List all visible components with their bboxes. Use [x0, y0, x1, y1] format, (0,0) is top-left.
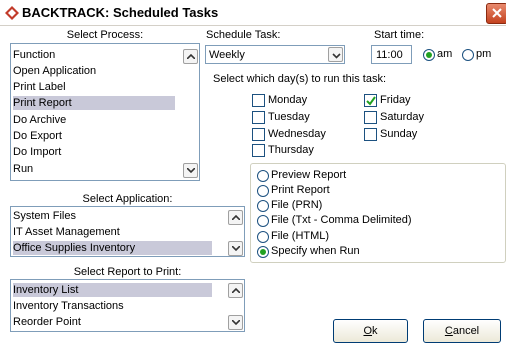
- chevron-up-icon: [187, 54, 195, 59]
- am-label: am: [437, 48, 453, 60]
- schedule-dropdown-button[interactable]: [328, 47, 343, 62]
- report-scroll-up[interactable]: [228, 283, 243, 298]
- ok-button[interactable]: Ok: [333, 319, 408, 343]
- file-html-label: File (HTML): [271, 230, 330, 242]
- preview-report-radio[interactable]: [257, 170, 269, 182]
- print-report-radio[interactable]: [257, 185, 269, 197]
- backtrack-diamond-icon: [4, 5, 20, 21]
- application-item-selected[interactable]: Office Supplies Inventory: [13, 241, 212, 255]
- chevron-down-icon: [232, 320, 240, 325]
- start-time-label: Start time:: [374, 29, 425, 41]
- application-list[interactable]: System Files IT Asset Management Office …: [10, 206, 245, 257]
- wednesday-label: Wednesday: [268, 128, 326, 140]
- schedule-dropdown[interactable]: Weekly: [205, 45, 345, 64]
- process-scroll-down[interactable]: [183, 163, 198, 178]
- sunday-label: Sunday: [380, 128, 418, 140]
- preview-report-label: Preview Report: [271, 169, 347, 181]
- process-item[interactable]: Function: [13, 48, 55, 62]
- application-item[interactable]: IT Asset Management: [13, 225, 120, 239]
- specify-when-run-label: Specify when Run: [271, 245, 360, 257]
- wednesday-checkbox[interactable]: [252, 128, 265, 141]
- specify-when-run-radio[interactable]: [257, 246, 269, 258]
- process-item[interactable]: Print Label: [13, 80, 66, 94]
- chevron-down-icon: [232, 246, 240, 251]
- application-scroll-up[interactable]: [228, 210, 243, 225]
- process-item[interactable]: Open Application: [13, 64, 96, 78]
- file-prn-label: File (PRN): [271, 199, 323, 211]
- report-list[interactable]: Inventory List Inventory Transactions Re…: [10, 279, 245, 332]
- application-scroll-down[interactable]: [228, 241, 243, 256]
- process-item[interactable]: Do Archive: [13, 113, 66, 127]
- sunday-checkbox[interactable]: [364, 128, 377, 141]
- process-item[interactable]: Do Export: [13, 129, 62, 143]
- chevron-up-icon: [232, 215, 240, 220]
- report-scroll-down[interactable]: [228, 315, 243, 330]
- close-button[interactable]: [486, 3, 506, 24]
- thursday-label: Thursday: [268, 144, 314, 156]
- thursday-checkbox[interactable]: [252, 144, 265, 157]
- pm-radio[interactable]: [462, 49, 474, 61]
- report-label: Select Report to Print:: [73, 266, 182, 278]
- report-item[interactable]: Inventory Transactions: [13, 299, 124, 313]
- friday-label: Friday: [380, 94, 411, 106]
- file-txt-radio[interactable]: [257, 215, 269, 227]
- schedule-value: Weekly: [209, 49, 245, 61]
- tuesday-checkbox[interactable]: [252, 111, 265, 124]
- process-item[interactable]: Do Import: [13, 145, 61, 159]
- saturday-checkbox[interactable]: [364, 111, 377, 124]
- monday-checkbox[interactable]: [252, 94, 265, 107]
- application-item[interactable]: System Files: [13, 209, 76, 223]
- chevron-down-icon: [332, 53, 341, 59]
- process-item-selected[interactable]: Print Report: [13, 96, 175, 110]
- chevron-down-icon: [187, 168, 195, 173]
- report-item-selected[interactable]: Inventory List: [13, 283, 212, 297]
- process-list[interactable]: Function Open Application Print Label Pr…: [10, 43, 200, 181]
- file-html-radio[interactable]: [257, 231, 269, 243]
- tuesday-label: Tuesday: [268, 111, 310, 123]
- report-item[interactable]: Reorder Point: [13, 315, 81, 329]
- file-txt-label: File (Txt - Comma Delimited): [271, 214, 412, 226]
- process-scroll-up[interactable]: [183, 49, 198, 64]
- pm-label: pm: [476, 48, 492, 60]
- print-report-label: Print Report: [271, 184, 330, 196]
- cancel-button[interactable]: Cancel: [423, 319, 501, 343]
- close-icon: [492, 8, 502, 18]
- am-radio[interactable]: [423, 49, 435, 61]
- schedule-label: Schedule Task:: [206, 29, 281, 41]
- application-label: Select Application:: [82, 193, 173, 205]
- process-item[interactable]: Run: [13, 162, 33, 176]
- friday-checkbox[interactable]: [364, 94, 377, 107]
- file-prn-radio[interactable]: [257, 200, 269, 212]
- start-time-input[interactable]: 11:00: [371, 45, 412, 64]
- title-bar: BACKTRACK: Scheduled Tasks: [0, 0, 506, 26]
- process-label: Select Process:: [66, 29, 144, 41]
- saturday-label: Saturday: [380, 111, 425, 123]
- checkmark-icon: [366, 96, 376, 106]
- monday-label: Monday: [268, 94, 308, 106]
- days-label: Select which day(s) to run this task:: [213, 73, 387, 85]
- window-title: BACKTRACK: Scheduled Tasks: [22, 5, 219, 20]
- chevron-up-icon: [232, 288, 240, 293]
